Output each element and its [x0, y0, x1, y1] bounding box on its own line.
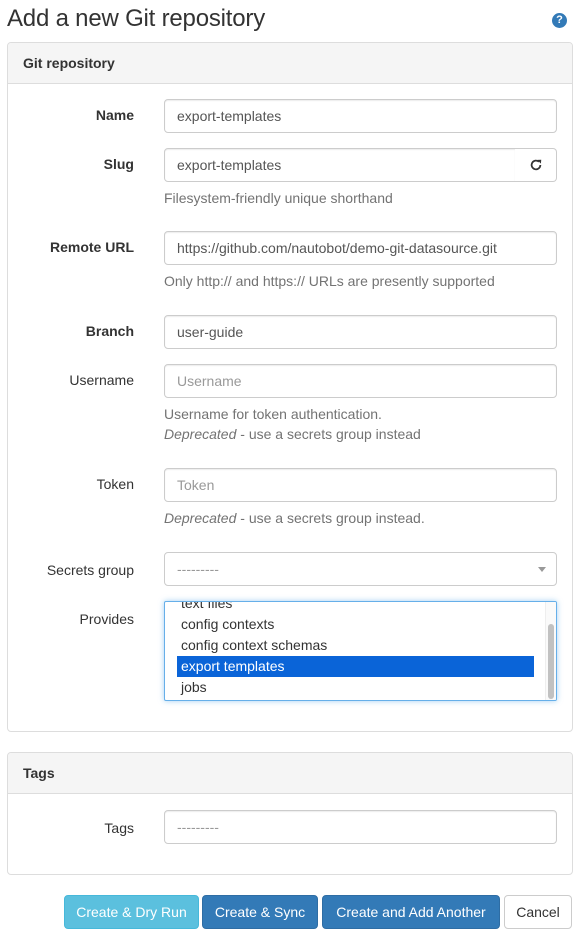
create-dry-run-button[interactable]: Create & Dry Run [64, 895, 199, 929]
secrets-group-label: Secrets group [46, 562, 134, 578]
token-deprecated-help: Deprecated - use a secrets group instead… [164, 508, 425, 528]
provides-option[interactable]: jobs [177, 677, 534, 698]
deprecated-text: - use a secrets group instead. [236, 510, 425, 526]
provides-options: text files config contexts config context … [177, 602, 534, 698]
slug-label: Slug [103, 156, 134, 172]
branch-input[interactable]: user-guide [164, 315, 557, 349]
regenerate-slug-button[interactable] [515, 148, 557, 182]
provides-scrollbar[interactable] [545, 602, 556, 700]
token-label: Token [96, 476, 134, 492]
provides-option[interactable]: config contexts [177, 614, 534, 635]
remote-url-input[interactable]: https://github.com/nautobot/demo-git-dat… [164, 231, 557, 265]
name-input[interactable]: export-templates [164, 99, 557, 133]
tags-panel: Tags Tags --------- [7, 752, 573, 875]
create-sync-button[interactable]: Create & Sync [202, 895, 318, 929]
tags-label: Tags [104, 820, 134, 836]
deprecated-emphasis: Deprecated [164, 426, 237, 442]
chevron-down-icon [538, 567, 546, 572]
panel-heading: Tags [8, 753, 572, 794]
deprecated-text: - use a secrets group instead [236, 426, 421, 442]
branch-label: Branch [85, 323, 134, 339]
git-repository-panel: Git repository Name export-templates Slu… [7, 42, 573, 732]
slug-help: Filesystem-friendly unique shorthand [164, 190, 393, 206]
remote-url-help: Only http:// and https:// URLs are prese… [164, 273, 495, 289]
token-input[interactable]: Token [164, 468, 557, 502]
panel-heading: Git repository [8, 43, 572, 84]
deprecated-emphasis: Deprecated [164, 510, 237, 526]
provides-option[interactable]: config context schemas [177, 635, 534, 656]
provides-option[interactable]: export templates [177, 656, 534, 677]
username-help: Username for token authentication. [164, 406, 382, 422]
create-add-another-button[interactable]: Create and Add Another [322, 895, 500, 929]
provides-listbox[interactable]: text files config contexts config context … [164, 601, 557, 701]
tags-input[interactable]: --------- [164, 810, 557, 844]
question-circle-icon[interactable]: ? [552, 13, 567, 28]
refresh-icon [530, 159, 541, 171]
username-deprecated-help: Deprecated - use a secrets group instead [164, 424, 421, 444]
slug-input[interactable]: export-templates [164, 148, 516, 182]
secrets-group-value: --------- [177, 561, 219, 577]
name-label: Name [95, 107, 134, 123]
provides-label: Provides [79, 611, 134, 627]
scrollbar-thumb[interactable] [548, 624, 554, 699]
cancel-button[interactable]: Cancel [504, 895, 572, 929]
provides-option[interactable]: text files [177, 602, 534, 614]
username-input[interactable]: Username [164, 364, 557, 398]
page-title: Add a new Git repository [7, 5, 265, 32]
secrets-group-select[interactable]: --------- [164, 552, 557, 586]
remote-url-label: Remote URL [49, 239, 134, 255]
username-label: Username [69, 372, 134, 388]
